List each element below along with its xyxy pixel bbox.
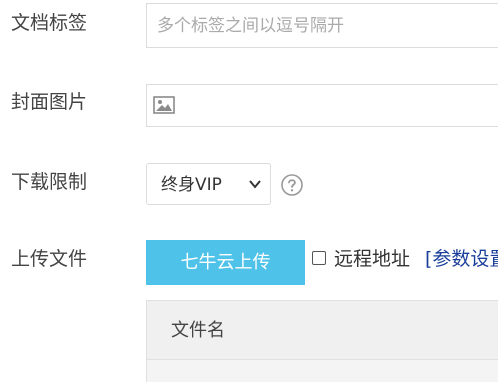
remote-address-checkbox[interactable]: [312, 251, 326, 265]
image-icon: [153, 96, 175, 114]
question-circle-icon[interactable]: [281, 174, 303, 196]
download-limit-value: 终身VIP: [161, 175, 222, 195]
column-header-filename: 文件名: [171, 320, 225, 341]
chevron-down-icon: [249, 180, 261, 189]
download-limit-select[interactable]: 终身VIP: [146, 163, 271, 205]
cover-image-field[interactable]: [146, 84, 498, 127]
param-settings-link[interactable]: [参数设置]: [425, 247, 498, 271]
cover-label: 封面图片: [11, 91, 88, 113]
limit-label: 下载限制: [11, 171, 88, 193]
file-table-header: 文件名: [147, 301, 498, 360]
qiniu-upload-button[interactable]: 七牛云上传: [146, 240, 305, 285]
remote-address-label: 远程地址: [334, 248, 411, 270]
tags-input[interactable]: [146, 3, 498, 48]
upload-label: 上传文件: [11, 248, 88, 270]
file-table: 文件名: [146, 300, 498, 382]
file-table-body: [147, 360, 498, 382]
tags-label: 文档标签: [11, 12, 88, 34]
